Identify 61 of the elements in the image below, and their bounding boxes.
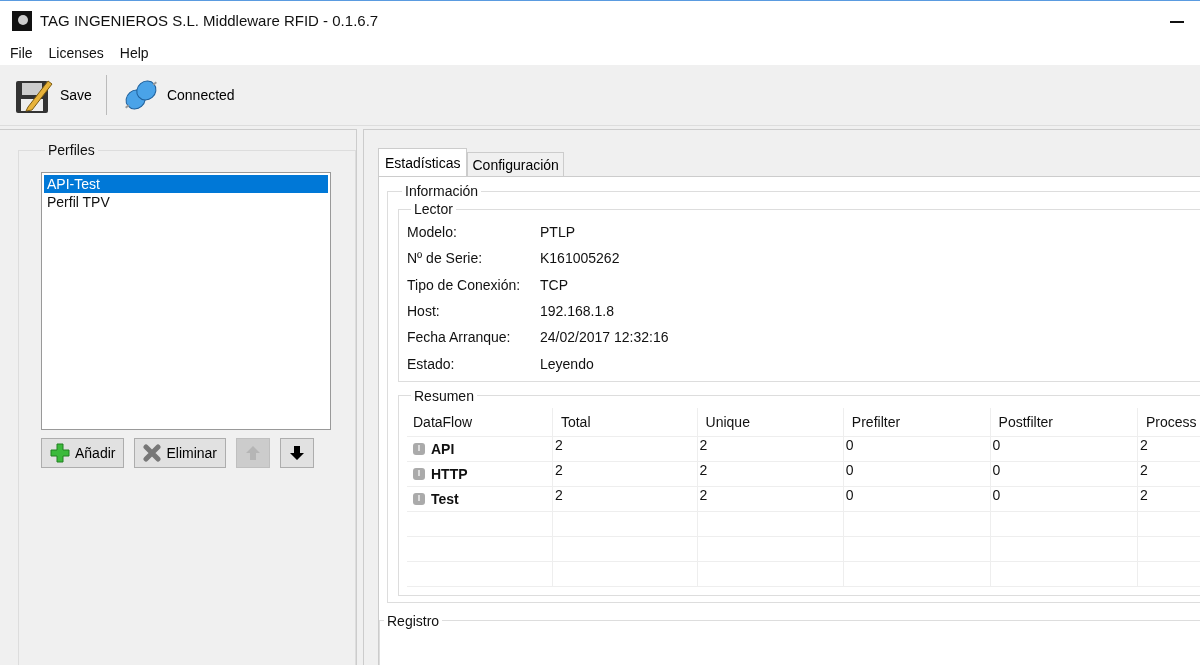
table-cell: 2 — [699, 486, 708, 503]
app-icon — [12, 10, 32, 31]
group-title: Información — [404, 183, 480, 199]
menu-item[interactable]: File — [10, 44, 33, 61]
field-label: Nº de Serie: — [407, 250, 484, 267]
tab[interactable]: Configuración — [467, 152, 564, 176]
table-cell: HTTP — [431, 465, 468, 482]
table-cell: 2 — [1139, 436, 1148, 453]
field-label: Modelo: — [407, 224, 458, 241]
status-icon — [413, 467, 425, 480]
table-cell: 2 — [1139, 461, 1148, 478]
menu-item[interactable]: Help — [119, 44, 149, 61]
table-cell: 0 — [992, 486, 1001, 503]
group-title: Registro — [386, 612, 441, 629]
list-item[interactable]: Perfil TPV — [44, 193, 328, 211]
column-header: Postfilter — [990, 407, 1138, 437]
table-cell: 2 — [554, 461, 563, 478]
table-cell: 0 — [992, 461, 1001, 478]
field-value: TCP — [540, 276, 568, 293]
field-label: Host: — [407, 303, 441, 320]
table-cell: 0 — [992, 436, 1001, 453]
table-cell: 2 — [1139, 486, 1148, 503]
table-cell: Test — [431, 490, 459, 507]
tab[interactable]: Estadísticas — [378, 148, 468, 176]
save-button[interactable]: Save — [12, 71, 94, 119]
move-down-button[interactable] — [280, 438, 315, 468]
table-cell: 2 — [554, 486, 563, 503]
group-title: Lector — [413, 201, 454, 217]
field-value: 192.168.1.8 — [540, 303, 614, 320]
status-icon — [413, 442, 425, 455]
column-header: Prefilter — [843, 407, 991, 437]
list-item[interactable]: API-Test — [44, 175, 328, 193]
x-icon — [143, 444, 162, 462]
group-title: Perfiles — [47, 142, 96, 158]
field-value: K161005262 — [540, 250, 620, 267]
table-cell: API — [431, 440, 455, 457]
table-cell: 0 — [845, 436, 854, 453]
status-icon — [413, 492, 425, 505]
window-title: TAG INGENIEROS S.L. Middleware RFID - 0.1.6.7 — [40, 12, 379, 29]
plus-icon — [50, 443, 70, 463]
table-cell: 2 — [554, 436, 563, 453]
table-cell: 2 — [699, 436, 708, 453]
group-title: Resumen — [413, 387, 475, 404]
field-value: 24/02/2017 12:32:16 — [540, 329, 669, 346]
table-cell: 0 — [845, 461, 854, 478]
column-header: Total — [552, 407, 698, 437]
connection-button[interactable]: Connected — [118, 71, 237, 119]
table-cell: 0 — [845, 486, 854, 503]
field-label: Fecha Arranque: — [407, 329, 512, 346]
field-label: Estado: — [407, 355, 456, 372]
field-value: PTLP — [540, 224, 575, 241]
column-header: Unique — [697, 407, 844, 437]
field-label: Tipo de Conexión: — [407, 276, 522, 293]
down-arrow-icon — [289, 445, 306, 461]
field-value: Leyendo — [540, 355, 594, 372]
column-header: DataFlow — [407, 407, 553, 437]
minimize-button[interactable] — [1170, 21, 1184, 23]
table-cell: 2 — [699, 461, 708, 478]
delete-button[interactable]: Eliminar — [134, 438, 227, 468]
menu-item[interactable]: Licenses — [48, 44, 104, 61]
add-button[interactable]: Añadir — [41, 438, 125, 468]
